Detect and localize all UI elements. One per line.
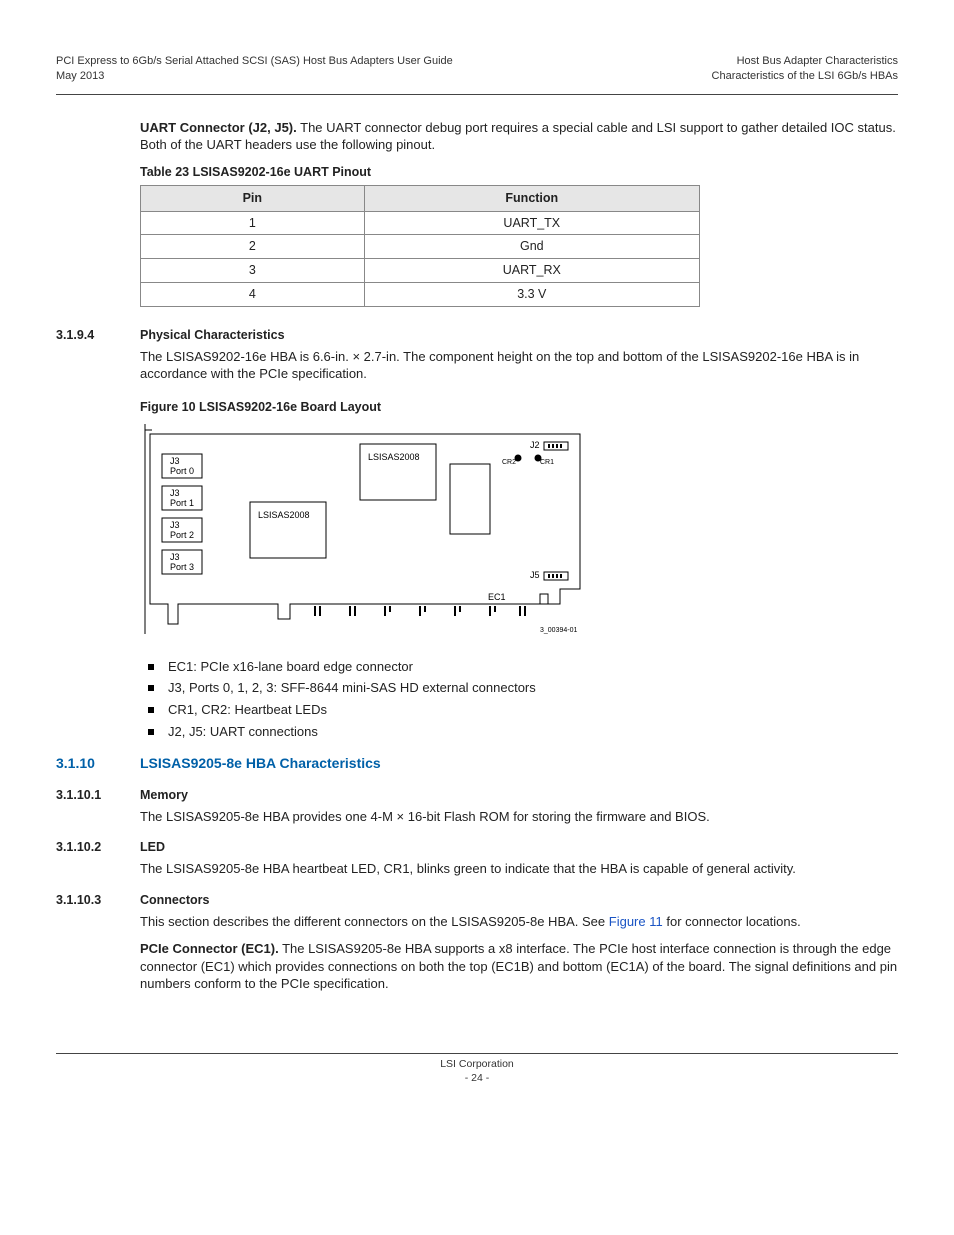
section-number: 3.1.9.4 bbox=[56, 327, 140, 344]
pcie-connector-paragraph: PCIe Connector (EC1). The LSISAS9205-8e … bbox=[140, 940, 898, 993]
list-item: CR1, CR2: Heartbeat LEDs bbox=[140, 701, 898, 719]
table-row: 1UART_TX bbox=[141, 211, 700, 235]
figure11-xref[interactable]: Figure 11 bbox=[609, 914, 663, 929]
table23-caption: Table 23 LSISAS9202-16e UART Pinout bbox=[140, 164, 898, 181]
section-number: 3.1.10.1 bbox=[56, 787, 140, 804]
table23-col-func: Function bbox=[364, 185, 699, 211]
svg-text:J3: J3 bbox=[170, 488, 180, 498]
svg-text:Port 3: Port 3 bbox=[170, 562, 194, 572]
list-item: J2, J5: UART connections bbox=[140, 723, 898, 741]
section-title: LED bbox=[140, 839, 165, 856]
footer-page-number: - 24 - bbox=[56, 1072, 898, 1086]
figure10-caption: Figure 10 LSISAS9202-16e Board Layout bbox=[140, 399, 898, 416]
header-left-date: May 2013 bbox=[56, 69, 453, 84]
section-3-1-10-1: 3.1.10.1 Memory bbox=[56, 787, 898, 804]
table-row: 2Gnd bbox=[141, 235, 700, 259]
section-3-1-10-3: 3.1.10.3 Connectors bbox=[56, 892, 898, 909]
figure10-legend: EC1: PCIe x16-lane board edge connector … bbox=[140, 658, 898, 740]
header-rule bbox=[56, 94, 898, 95]
table23-col-pin: Pin bbox=[141, 185, 365, 211]
section-3-1-9-4: 3.1.9.4 Physical Characteristics bbox=[56, 327, 898, 344]
section-3-1-9-4-body: The LSISAS9202-16e HBA is 6.6-in. × 2.7-… bbox=[140, 348, 898, 383]
svg-text:EC1: EC1 bbox=[488, 592, 506, 602]
header-right-section: Host Bus Adapter Characteristics bbox=[712, 54, 898, 69]
section-3-1-10-3-body: This section describes the different con… bbox=[140, 913, 898, 931]
section-title: Physical Characteristics bbox=[140, 327, 285, 344]
uart-paragraph: UART Connector (J2, J5). The UART connec… bbox=[140, 119, 898, 154]
header-right-subsection: Characteristics of the LSI 6Gb/s HBAs bbox=[712, 69, 898, 84]
uart-bold: UART Connector (J2, J5). bbox=[140, 120, 297, 135]
table23: Pin Function 1UART_TX 2Gnd 3UART_RX 43.3… bbox=[140, 185, 700, 307]
svg-text:Port 0: Port 0 bbox=[170, 466, 194, 476]
svg-text:LSISAS2008: LSISAS2008 bbox=[258, 510, 310, 520]
svg-text:J2: J2 bbox=[530, 440, 540, 450]
section-title: Connectors bbox=[140, 892, 209, 909]
section-3-1-10-2-body: The LSISAS9205-8e HBA heartbeat LED, CR1… bbox=[140, 860, 898, 878]
footer-company: LSI Corporation bbox=[56, 1058, 898, 1072]
section-number: 3.1.10.2 bbox=[56, 839, 140, 856]
svg-text:J3: J3 bbox=[170, 456, 180, 466]
table-row: 43.3 V bbox=[141, 283, 700, 307]
svg-text:LSISAS2008: LSISAS2008 bbox=[368, 452, 420, 462]
section-title: LSISAS9205-8e HBA Characteristics bbox=[140, 754, 381, 773]
svg-text:3_00394-01: 3_00394-01 bbox=[540, 627, 577, 634]
section-title: Memory bbox=[140, 787, 188, 804]
page-header: PCI Express to 6Gb/s Serial Attached SCS… bbox=[56, 54, 898, 84]
footer-rule bbox=[56, 1053, 898, 1054]
page-footer: LSI Corporation - 24 - bbox=[56, 1058, 898, 1085]
svg-text:Port 2: Port 2 bbox=[170, 530, 194, 540]
section-number: 3.1.10.3 bbox=[56, 892, 140, 909]
pcie-bold: PCIe Connector (EC1). bbox=[140, 941, 279, 956]
header-left-title: PCI Express to 6Gb/s Serial Attached SCS… bbox=[56, 54, 453, 69]
section-3-1-10-1-body: The LSISAS9205-8e HBA provides one 4-M ×… bbox=[140, 808, 898, 826]
svg-text:J3: J3 bbox=[170, 520, 180, 530]
table-row: 3UART_RX bbox=[141, 259, 700, 283]
svg-text:Port 1: Port 1 bbox=[170, 498, 194, 508]
section-number: 3.1.10 bbox=[56, 754, 140, 773]
svg-text:CR1: CR1 bbox=[540, 459, 554, 466]
figure10-diagram: J3 Port 0 J3 Port 1 J3 Port 2 J3 Port 3 … bbox=[140, 424, 590, 644]
list-item: J3, Ports 0, 1, 2, 3: SFF-8644 mini-SAS … bbox=[140, 679, 898, 697]
svg-text:J3: J3 bbox=[170, 552, 180, 562]
list-item: EC1: PCIe x16-lane board edge connector bbox=[140, 658, 898, 676]
svg-text:J5: J5 bbox=[530, 570, 540, 580]
section-3-1-10-2: 3.1.10.2 LED bbox=[56, 839, 898, 856]
svg-text:CR2: CR2 bbox=[502, 459, 516, 466]
section-3-1-10: 3.1.10 LSISAS9205-8e HBA Characteristics bbox=[56, 754, 898, 773]
